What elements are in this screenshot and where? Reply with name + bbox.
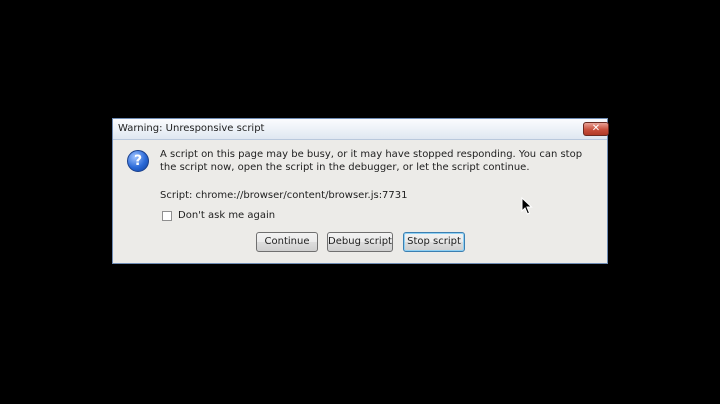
close-icon: ✕ — [591, 123, 601, 134]
unresponsive-script-dialog: Warning: Unresponsive script ✕ ? A scrip… — [112, 118, 609, 264]
debug-script-button[interactable]: Debug script — [327, 232, 393, 252]
dialog-titlebar[interactable]: Warning: Unresponsive script ✕ — [113, 119, 609, 140]
dialog-title: Warning: Unresponsive script — [118, 123, 265, 134]
close-button[interactable]: ✕ — [583, 122, 609, 136]
dont-ask-label[interactable]: Don't ask me again — [178, 210, 275, 221]
dialog-message: A script on this page may be busy, or it… — [160, 149, 583, 173]
mouse-cursor-icon — [521, 197, 533, 215]
script-path: Script: chrome://browser/content/browser… — [160, 190, 408, 201]
question-icon: ? — [127, 150, 149, 172]
dont-ask-checkbox[interactable] — [162, 211, 172, 221]
continue-button[interactable]: Continue — [256, 232, 318, 252]
stop-script-button[interactable]: Stop script — [403, 232, 465, 252]
